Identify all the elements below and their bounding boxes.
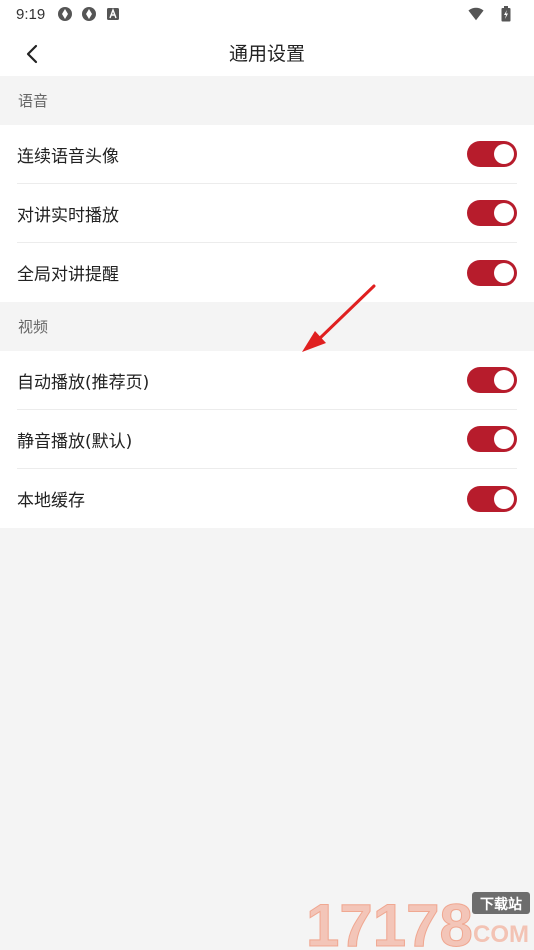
autoplay-recommended-toggle[interactable]	[467, 367, 517, 393]
sync-icon	[57, 6, 73, 22]
section-header-voice: 语音	[0, 76, 534, 125]
toggle-knob	[494, 262, 514, 283]
video-settings-list: 自动播放(推荐页) 静音播放(默认) 本地缓存	[0, 351, 534, 528]
setting-row-mute-play-default: 静音播放(默认)	[17, 410, 517, 469]
setting-row-local-cache: 本地缓存	[17, 469, 517, 528]
global-intercom-reminder-toggle[interactable]	[467, 259, 517, 286]
watermark-suffix: COM	[473, 921, 529, 948]
toggle-knob	[494, 144, 514, 164]
setting-label: 全局对讲提醒	[17, 265, 119, 285]
page-title: 通用设置	[228, 42, 305, 65]
status-bar: 9:19	[0, 0, 534, 28]
toggle-knob	[494, 370, 514, 390]
sync-icon	[81, 6, 97, 22]
site-watermark-logo: 17178 下载站 COM	[306, 892, 530, 950]
setting-row-global-intercom-reminder: 全局对讲提醒	[17, 243, 517, 302]
watermark-number: 17178	[306, 892, 473, 950]
toggle-knob	[494, 488, 514, 509]
setting-label: 本地缓存	[17, 491, 85, 511]
setting-row-intercom-realtime-play: 对讲实时播放	[17, 184, 517, 243]
a-badge-icon	[105, 6, 121, 22]
wifi-icon	[468, 6, 484, 22]
toggle-knob	[494, 429, 514, 449]
setting-label: 对讲实时播放	[17, 205, 119, 226]
continuous-voice-avatar-toggle[interactable]	[467, 141, 517, 167]
top-app-bar: 通用设置	[0, 28, 534, 76]
voice-settings-list: 连续语音头像 对讲实时播放 全局对讲提醒	[0, 125, 534, 302]
section-header-video: 视频	[0, 302, 534, 351]
setting-label: 静音播放(默认)	[17, 431, 133, 452]
back-button[interactable]	[18, 40, 46, 68]
intercom-realtime-play-toggle[interactable]	[467, 200, 517, 226]
local-cache-toggle[interactable]	[467, 485, 517, 512]
toggle-knob	[494, 203, 514, 223]
setting-row-autoplay-recommended: 自动播放(推荐页)	[17, 351, 517, 410]
battery-icon	[498, 6, 514, 22]
watermark-tag: 下载站	[480, 896, 522, 913]
setting-label: 自动播放(推荐页)	[17, 372, 150, 393]
mute-play-default-toggle[interactable]	[467, 426, 517, 452]
setting-label: 连续语音头像	[17, 146, 119, 167]
setting-row-continuous-voice-avatar: 连续语音头像	[17, 125, 517, 184]
status-time: 9:19	[16, 5, 46, 23]
chevron-left-icon	[26, 44, 38, 64]
